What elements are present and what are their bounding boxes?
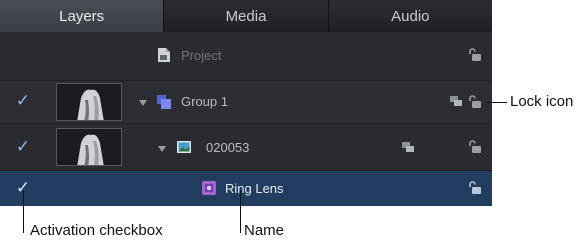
filter-icon [201,180,217,201]
project-document-icon [157,47,171,68]
lock-icon[interactable] [467,139,483,155]
disclosure-triangle-icon[interactable] [158,146,166,152]
group-layers-icon [156,94,172,115]
layers-panel: Layers Media Audio Project ✓ Group 1 ✓ 0… [0,0,492,206]
activation-checkbox[interactable]: ✓ [15,92,31,109]
layer-row-clip[interactable]: ✓ 020053 [0,124,492,171]
layer-thumbnail [56,128,122,166]
activation-checkbox-callout: Activation checkbox [30,222,163,239]
layer-name[interactable]: 020053 [206,140,249,155]
layer-row-project[interactable]: Project [0,32,492,81]
layer-row-group[interactable]: ✓ Group 1 [0,81,492,124]
layer-thumbnail [56,83,122,121]
project-label: Project [181,48,222,63]
lock-icon[interactable] [467,47,483,63]
disclosure-triangle-icon[interactable] [139,100,147,106]
name-callout-line [240,190,241,233]
checkbox-callout-line [23,190,24,233]
layer-name[interactable]: Ring Lens [225,181,284,196]
activation-checkbox[interactable]: ✓ [15,138,31,155]
name-callout: Name [244,222,285,239]
lock-icon[interactable] [467,180,483,196]
tab-media[interactable]: Media [164,0,329,32]
layer-options-icon[interactable] [449,94,463,113]
lock-icon-callout-line [487,102,507,103]
layer-name[interactable]: Group 1 [181,94,228,109]
panel-tabs: Layers Media Audio [0,0,492,32]
layer-row-ring-lens[interactable]: ✓ Ring Lens [0,171,492,206]
layer-options-icon[interactable] [401,140,415,159]
lock-icon[interactable] [467,94,483,110]
tab-audio[interactable]: Audio [328,0,492,32]
image-clip-icon [176,139,192,160]
tab-layers[interactable]: Layers [0,0,165,32]
lock-icon-callout: Lock icon [510,93,574,110]
